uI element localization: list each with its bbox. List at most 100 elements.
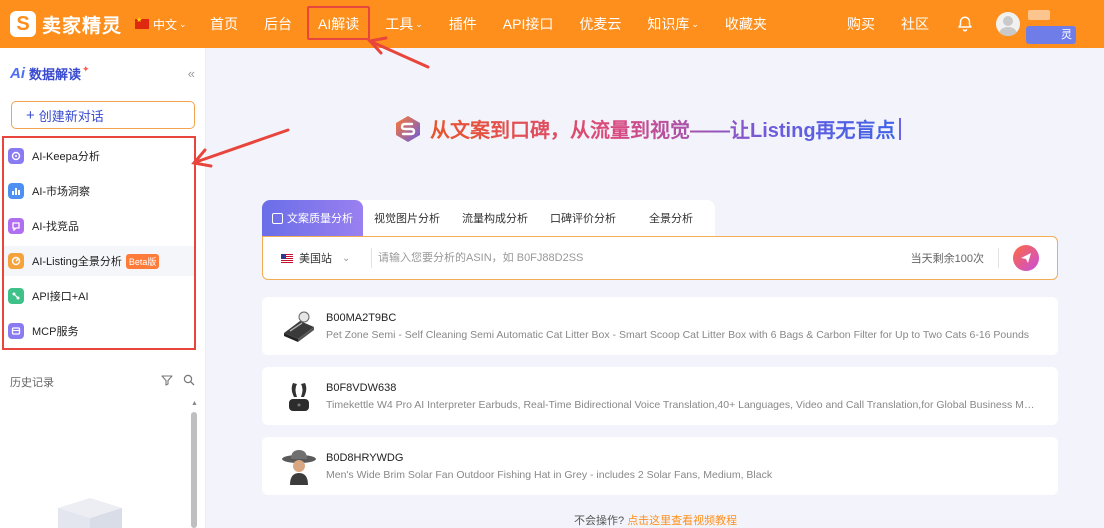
plus-icon: + <box>26 106 35 124</box>
sidebar-item-label: MCP服务 <box>32 326 79 338</box>
tab-label: 文案质量分析 <box>287 213 353 225</box>
sidebar-item-label: AI-Keepa分析 <box>32 151 100 163</box>
divider <box>371 248 372 268</box>
nav-tools[interactable]: 工具 ⌄ <box>372 0 436 48</box>
analysis-tabs: 文案质量分析 视觉图片分析 流量构成分析 口碑评价分析 全景分析 <box>262 200 715 236</box>
ai-logo-icon: Ai <box>10 65 25 82</box>
top-navigation-bar: S 卖家精灵 中文 ⌄ 首页 后台 AI解读 工具⌄ 插件 API接口 优麦云 … <box>0 0 1104 48</box>
hero-headline: 从文案到口碑，从流量到视觉——让Listing再无盲点 <box>430 114 896 143</box>
sidebar-item-find-competitors[interactable]: AI-找竞品 <box>8 211 192 241</box>
user-info[interactable]: 灵 <box>1026 4 1076 44</box>
sidebar: Ai 数据解读 ✦ « + 创建新对话 AI-Keepa分析 AI-市场洞察 A… <box>0 48 206 528</box>
document-icon <box>272 212 283 224</box>
nav-community[interactable]: 社区 <box>888 0 942 48</box>
sidebar-item-mcp[interactable]: MCP服务 <box>8 316 192 346</box>
api-icon <box>8 288 24 304</box>
us-flag-icon <box>281 253 293 263</box>
nav-knowledge-label: 知识库 <box>647 16 690 32</box>
bell-icon[interactable] <box>956 15 974 33</box>
product-asin: B00MA2T9BC <box>326 311 397 324</box>
product-image-litter-box <box>284 311 314 342</box>
new-chat-button[interactable]: + 创建新对话 <box>11 101 195 129</box>
paper-plane-icon <box>1021 253 1031 263</box>
product-text: B0F8VDW638 Timekettle W4 Pro AI Interpre… <box>326 382 1036 411</box>
language-label: 中文 <box>153 17 178 32</box>
remaining-quota: 当天剩余100次 <box>910 253 984 265</box>
product-title: Men's Wide Brim Solar Fan Outdoor Fishin… <box>326 468 773 481</box>
product-text: B0D8HRYWDG Men's Wide Brim Solar Fan Out… <box>326 452 1036 481</box>
sidebar-item-market-insight[interactable]: AI-市场洞察 <box>8 176 192 206</box>
brand-logo[interactable]: S 卖家精灵 <box>10 11 130 38</box>
hero-banner: 从文案到口碑，从流量到视觉——让Listing再无盲点 <box>394 114 901 143</box>
sidebar-header: Ai 数据解读 ✦ <box>10 64 90 83</box>
mcp-icon <box>8 323 24 339</box>
new-chat-label: 创建新对话 <box>38 108 104 124</box>
history-title: 历史记录 <box>10 377 54 389</box>
tab-visual-image[interactable]: 视觉图片分析 <box>363 200 451 236</box>
tab-reviews[interactable]: 口碑评价分析 <box>539 200 627 236</box>
product-image-fishing-hat <box>282 450 316 485</box>
scroll-thumb[interactable] <box>191 412 197 528</box>
search-icon[interactable] <box>183 374 195 386</box>
empty-history-illustration <box>58 498 122 528</box>
marketplace-label: 美国站 <box>299 253 332 265</box>
nav-api[interactable]: API接口 <box>490 0 567 48</box>
help-tip: 不会操作? 点击这里查看视频教程 <box>574 512 737 528</box>
main-nav: 首页 后台 AI解读 工具 ⌄ 插件 API接口 优麦云 知识库 ⌄ 收藏夹 <box>197 0 780 48</box>
user-avatar[interactable] <box>996 12 1020 36</box>
sample-product-card[interactable]: B0F8VDW638 Timekettle W4 Pro AI Interpre… <box>262 367 1058 425</box>
sample-product-card[interactable]: B00MA2T9BC Pet Zone Semi - Self Cleaning… <box>262 297 1058 355</box>
product-asin: B0D8HRYWDG <box>326 451 404 464</box>
brand-s-logo-icon <box>396 115 420 142</box>
chevron-down-icon: ⌄ <box>415 18 423 29</box>
product-text: B00MA2T9BC Pet Zone Semi - Self Cleaning… <box>326 312 1036 341</box>
user-level-tag: 灵 <box>1026 26 1076 44</box>
sidebar-item-label: AI-市场洞察 <box>32 186 91 198</box>
sidebar-item-label: API接口+AI <box>32 291 89 303</box>
tab-panorama[interactable]: 全景分析 <box>627 200 715 236</box>
keepa-icon <box>8 148 24 164</box>
nav-home[interactable]: 首页 <box>197 0 251 48</box>
sidebar-item-listing-analysis[interactable]: AI-Listing全景分析 Beta版 <box>4 246 194 276</box>
nav-plugins[interactable]: 插件 <box>436 0 490 48</box>
chevron-down-icon: ⌄ <box>342 252 351 264</box>
send-button[interactable] <box>1013 245 1039 271</box>
filter-icon[interactable] <box>161 374 173 386</box>
bar-chart-icon <box>8 183 24 199</box>
video-tutorial-link[interactable]: 点击这里查看视频教程 <box>627 515 737 527</box>
nav-buy[interactable]: 购买 <box>834 0 888 48</box>
nav-backend[interactable]: 后台 <box>251 0 305 48</box>
scroll-up-icon[interactable]: ▲ <box>191 400 198 407</box>
nav-ai-interpret[interactable]: AI解读 <box>305 0 372 48</box>
product-asin: B0F8VDW638 <box>326 381 397 394</box>
sidebar-item-label: AI-Listing全景分析 <box>32 256 122 268</box>
tab-traffic[interactable]: 流量构成分析 <box>451 200 539 236</box>
help-question: 不会操作? <box>574 515 625 527</box>
nav-youmaiyun[interactable]: 优麦云 <box>566 0 634 48</box>
listing-icon <box>8 253 24 269</box>
chevron-down-icon: ⌄ <box>691 18 699 29</box>
asin-input[interactable] <box>378 252 878 264</box>
nav-favorites[interactable]: 收藏夹 <box>712 0 780 48</box>
asin-search-bar: 美国站 ⌄ 当天剩余100次 <box>262 236 1058 280</box>
nav-right-group: 购买 社区 灵 <box>834 0 1104 48</box>
sidebar-item-api-ai[interactable]: API接口+AI <box>8 281 192 311</box>
product-title: Timekettle W4 Pro AI Interpreter Earbuds… <box>326 398 1036 411</box>
tab-copy-quality[interactable]: 文案质量分析 <box>262 200 363 236</box>
nav-knowledge-base[interactable]: 知识库 ⌄ <box>634 0 712 48</box>
marketplace-select[interactable]: 美国站 ⌄ <box>281 250 371 266</box>
sample-product-card[interactable]: B0D8HRYWDG Men's Wide Brim Solar Fan Out… <box>262 437 1058 495</box>
compare-icon <box>8 218 24 234</box>
text-cursor <box>898 117 901 140</box>
china-flag-icon <box>135 16 149 29</box>
history-scrollbar[interactable]: ▲ <box>191 400 198 528</box>
sidebar-title: 数据解读 <box>29 67 82 82</box>
logo-mark-icon: S <box>10 11 36 37</box>
sparkle-icon: ✦ <box>82 64 90 74</box>
product-image-earbuds <box>289 383 309 411</box>
language-switcher[interactable]: 中文 ⌄ <box>135 16 197 33</box>
sidebar-item-keepa[interactable]: AI-Keepa分析 <box>8 141 192 171</box>
history-tools <box>161 374 195 386</box>
chevron-down-icon: ⌄ <box>179 18 187 29</box>
collapse-sidebar-icon[interactable]: « <box>188 66 195 81</box>
